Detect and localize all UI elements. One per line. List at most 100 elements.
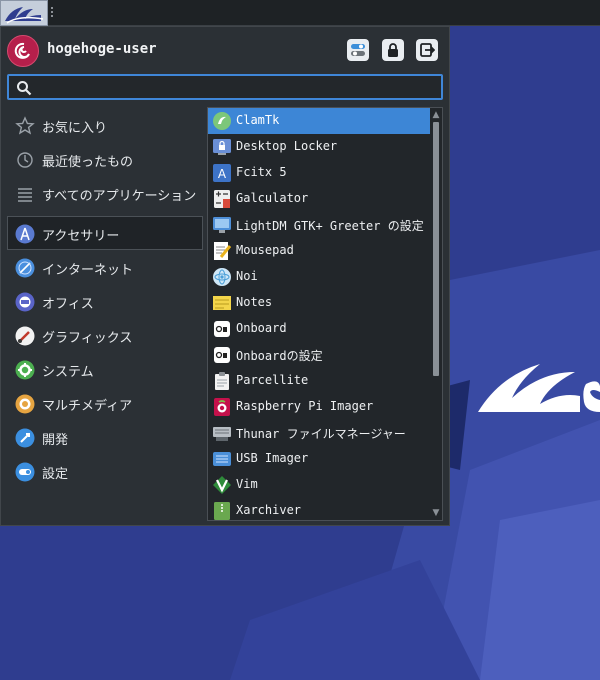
category-favorites[interactable]: お気に入り xyxy=(7,108,203,142)
raspberry-pi-icon xyxy=(214,398,230,416)
internet-globe-icon xyxy=(15,258,35,278)
office-icon xyxy=(15,292,35,312)
app-item-noi[interactable]: Noi xyxy=(208,264,442,290)
onboard-keyboard-icon xyxy=(214,321,230,337)
settings-manager-button[interactable] xyxy=(347,39,369,61)
system-gear-icon xyxy=(15,360,35,380)
app-item-fcitx5[interactable]: A Fcitx 5 xyxy=(208,160,442,186)
category-all-applications[interactable]: すべてのアプリケーション xyxy=(7,176,203,210)
accessories-compass-icon xyxy=(15,224,35,244)
category-settings[interactable]: 設定 xyxy=(7,454,203,488)
app-label: Noi xyxy=(236,269,258,283)
application-list: ClamTk Desktop Locker A Fcitx 5 Galculat… xyxy=(207,107,443,521)
development-tools-icon xyxy=(15,428,35,448)
category-label: グラフィックス xyxy=(42,331,133,346)
sticky-notes-icon xyxy=(213,296,231,310)
app-item-clamtk[interactable]: ClamTk xyxy=(208,108,442,134)
whisker-menu: hogehoge-user お気に入り 最近使ったもの すべてのアプリケーション… xyxy=(0,26,450,526)
scroll-down-arrow-icon[interactable]: ▼ xyxy=(430,506,442,520)
app-item-notes[interactable]: Notes xyxy=(208,290,442,316)
desktop-locker-icon xyxy=(213,139,231,155)
app-item-galculator[interactable]: Galculator xyxy=(208,186,442,212)
category-label: インターネット xyxy=(42,263,134,278)
category-internet[interactable]: インターネット xyxy=(7,250,203,284)
fcitx-keyboard-icon: A xyxy=(213,164,231,182)
category-label: 開発 xyxy=(42,433,69,448)
app-label: ClamTk xyxy=(236,113,280,127)
app-label: Vim xyxy=(236,477,258,491)
settings-toggle-icon xyxy=(15,462,35,482)
app-label: LightDM GTK+ Greeter の設定 xyxy=(236,219,424,233)
star-icon xyxy=(15,116,35,135)
category-multimedia[interactable]: マルチメディア xyxy=(7,386,203,420)
clipboard-icon xyxy=(215,372,229,390)
applications-menu-button[interactable] xyxy=(0,0,48,26)
app-label: Thunar ファイルマネージャー xyxy=(236,427,406,441)
usb-drive-icon xyxy=(213,452,231,466)
app-item-desktop-locker[interactable]: Desktop Locker xyxy=(208,134,442,160)
category-label: すべてのアプリケーション xyxy=(42,189,197,204)
app-label: Parcellite xyxy=(236,373,309,387)
category-label: システム xyxy=(42,365,94,380)
app-item-lightdm-greeter-settings[interactable]: LightDM GTK+ Greeter の設定 xyxy=(208,212,442,238)
multimedia-speaker-icon xyxy=(15,394,35,414)
app-label: Desktop Locker xyxy=(236,139,338,153)
panel-grip-icon xyxy=(50,7,54,19)
app-label: USB Imager xyxy=(236,451,309,465)
category-accessories[interactable]: アクセサリー xyxy=(7,216,203,250)
category-list: お気に入り 最近使ったもの すべてのアプリケーション アクセサリー インターネッ… xyxy=(7,108,203,488)
scroll-up-arrow-icon[interactable]: ▲ xyxy=(430,108,442,122)
app-label: Fcitx 5 xyxy=(236,165,287,179)
app-item-vim[interactable]: Vim xyxy=(208,472,442,498)
category-graphics[interactable]: グラフィックス xyxy=(7,318,203,352)
debian-swirl-icon xyxy=(14,42,30,59)
top-panel xyxy=(0,0,600,26)
app-item-xarchiver[interactable]: Xarchiver xyxy=(208,498,442,520)
app-label: Mousepad xyxy=(236,243,294,257)
avatar[interactable] xyxy=(7,35,39,67)
category-office[interactable]: オフィス xyxy=(7,284,203,318)
app-item-parcellite[interactable]: Parcellite xyxy=(208,368,442,394)
app-item-thunar[interactable]: Thunar ファイルマネージャー xyxy=(208,420,442,446)
log-out-button[interactable] xyxy=(416,39,438,61)
display-monitor-icon xyxy=(213,217,231,233)
app-item-onboard[interactable]: Onboard xyxy=(208,316,442,342)
username-label: hogehoge-user xyxy=(47,41,157,57)
app-label: Raspberry Pi Imager xyxy=(236,399,374,413)
category-label: お気に入り xyxy=(42,121,108,136)
category-label: 最近使ったもの xyxy=(42,155,134,170)
app-label: Notes xyxy=(236,295,273,309)
category-label: アクセサリー xyxy=(42,229,120,244)
log-out-icon xyxy=(420,43,435,57)
app-item-onboard-settings[interactable]: Onboardの設定 xyxy=(208,342,442,368)
app-item-usb-imager[interactable]: USB Imager xyxy=(208,446,442,472)
category-label: オフィス xyxy=(42,297,94,312)
category-recent[interactable]: 最近使ったもの xyxy=(7,142,203,176)
calculator-icon xyxy=(214,190,230,208)
file-manager-icon xyxy=(213,427,231,441)
lock-icon xyxy=(388,43,398,57)
search-input[interactable] xyxy=(39,77,439,99)
menu-header: hogehoge-user xyxy=(7,35,443,69)
toggle-settings-icon xyxy=(351,44,365,56)
app-item-raspberry-pi-imager[interactable]: Raspberry Pi Imager xyxy=(208,394,442,420)
app-label: Onboard xyxy=(236,321,287,335)
category-system[interactable]: システム xyxy=(7,352,203,386)
text-editor-icon xyxy=(214,242,232,260)
app-item-mousepad[interactable]: Mousepad xyxy=(208,238,442,264)
category-label: 設定 xyxy=(42,467,69,482)
app-list-scrollbar[interactable]: ▲ ▼ xyxy=(430,108,442,520)
list-icon xyxy=(18,188,32,202)
clock-icon xyxy=(17,152,33,168)
app-label: Galculator xyxy=(236,191,309,205)
category-label: マルチメディア xyxy=(42,399,133,414)
category-development[interactable]: 開発 xyxy=(7,420,203,454)
vim-icon xyxy=(213,476,231,494)
search-box[interactable] xyxy=(7,74,443,100)
scrollbar-thumb[interactable] xyxy=(433,122,439,376)
app-label: Xarchiver xyxy=(236,503,302,517)
clamtk-icon xyxy=(213,112,231,130)
app-label: Onboardの設定 xyxy=(236,349,323,363)
lock-screen-button[interactable] xyxy=(382,39,404,61)
distro-logo-icon xyxy=(1,1,47,25)
